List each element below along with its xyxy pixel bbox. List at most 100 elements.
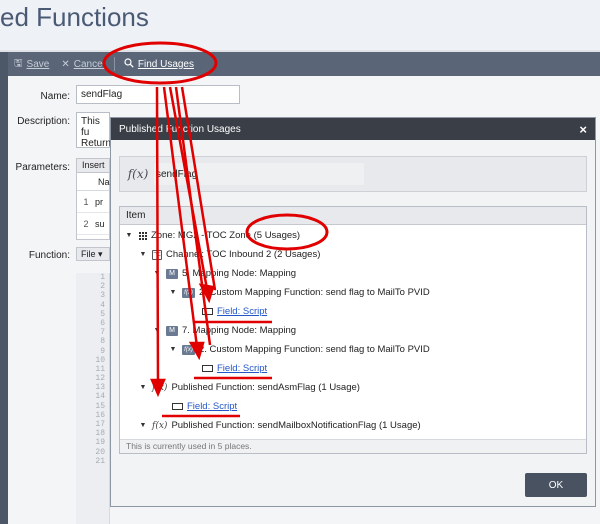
field-icon (202, 365, 213, 372)
field-icon (202, 308, 213, 315)
field-script-link[interactable]: Field: Script (217, 363, 267, 374)
mapping-node-icon: M (166, 325, 178, 336)
fx-icon: f(x) (152, 420, 168, 431)
channel-icon: ⌥ (152, 249, 162, 260)
tree-item-label: 5. Mapping Node: Mapping (182, 268, 297, 279)
line-number: 17 (95, 420, 105, 429)
line-number: 4 (100, 300, 105, 310)
line-number: 18 (95, 429, 105, 439)
expand-triangle-icon[interactable]: ▼ (168, 289, 178, 296)
description-field[interactable]: This fu Return (76, 112, 112, 149)
expand-triangle-icon[interactable]: ▼ (138, 422, 148, 429)
usage-tree: Item ▼ Zone: MG2 - TOC Zone (5 Usages) ▼… (119, 206, 587, 454)
expand-triangle-icon[interactable]: ▼ (138, 384, 148, 391)
line-number: 12 (95, 374, 105, 384)
param-column-header: Na (77, 173, 110, 191)
toolbar-edge (0, 52, 8, 76)
dialog-title: Published Function Usages (119, 123, 241, 135)
custom-function-icon: f(x) (182, 344, 195, 355)
find-usages-button[interactable]: Find Usages (118, 52, 200, 76)
expand-triangle-icon[interactable]: ▼ (124, 232, 134, 239)
expand-triangle-icon[interactable]: ▼ (168, 346, 178, 353)
tree-item-published-function[interactable]: ▼ f(x) Published Function: sendMailboxNo… (138, 416, 421, 435)
expand-triangle-icon[interactable]: ▼ (152, 270, 162, 277)
dialog-titlebar: Published Function Usages × (111, 118, 595, 140)
tree-item-zone[interactable]: ▼ Zone: MG2 - TOC Zone (5 Usages) (124, 226, 301, 245)
tree-column-header: Item (120, 207, 586, 225)
save-icon: 🖫 (14, 57, 23, 69)
tree-item-custom-function[interactable]: ▼ f(x) 2. Custom Mapping Function: send … (168, 283, 430, 302)
field-script-link[interactable]: Field: Script (187, 401, 237, 412)
name-label: Name: (40, 91, 70, 102)
param-name: su (95, 218, 105, 229)
description-line: Return (81, 138, 112, 149)
param-name: pr (95, 196, 104, 207)
tree-item-label: 7. Mapping Node: Mapping (182, 325, 297, 336)
line-number: 1 (100, 273, 105, 282)
tree-item-channel[interactable]: ▼ ⌥ Channel: TOC Inbound 2 (2 Usages) (138, 245, 321, 264)
find-usages-label: Find Usages (137, 58, 194, 70)
function-header: f(x) sendFlag (119, 156, 587, 192)
tree-item-label: 2. Custom Mapping Function: send flag to… (199, 287, 430, 298)
ok-button[interactable]: OK (525, 473, 587, 497)
description-label: Description: (17, 116, 70, 127)
tree-item-label: Published Function: sendMailboxNotificat… (171, 420, 421, 431)
close-icon[interactable]: × (579, 122, 587, 137)
tree-item-label: 2. Custom Mapping Function: send flag to… (199, 344, 430, 355)
tree-item-mapping-node[interactable]: ▼ M 7. Mapping Node: Mapping (152, 321, 297, 340)
toolbar: 🖫 Save ✕ Cancel Find Usages (0, 52, 600, 76)
row-number: 2 (83, 218, 89, 229)
expand-triangle-icon[interactable]: ▼ (152, 327, 162, 334)
usages-dialog: Published Function Usages × f(x) sendFla… (110, 117, 596, 507)
tree-item-label: Zone: MG2 - TOC Zone (5 Usages) (151, 230, 301, 241)
line-number: 6 (100, 318, 105, 328)
cancel-label: Cancel (73, 58, 105, 70)
mapping-node-icon: M (166, 268, 178, 279)
tree-item-mapping-node[interactable]: ▼ M 5. Mapping Node: Mapping (152, 264, 297, 283)
save-label: Save (26, 58, 50, 70)
line-number: 7 (100, 328, 105, 338)
tree-item-field[interactable]: Field: Script (202, 359, 267, 378)
description-line: This fu (81, 116, 100, 138)
tree-item-field[interactable]: Field: Script (172, 397, 237, 416)
line-number: 10 (95, 355, 105, 365)
line-number: 21 (95, 456, 105, 466)
table-row[interactable]: 2 su (77, 213, 109, 235)
table-row[interactable]: 1 pr (77, 191, 109, 213)
tree-item-custom-function[interactable]: ▼ f(x) 2. Custom Mapping Function: send … (168, 340, 430, 359)
toolbar-separator (113, 57, 115, 71)
line-number: 16 (95, 410, 105, 420)
tree-item-label: Channel: TOC Inbound 2 (2 Usages) (166, 249, 321, 260)
tree-item-field[interactable]: Field: Script (202, 302, 267, 321)
close-icon: ✕ (61, 58, 70, 70)
cancel-button[interactable]: ✕ Cancel (55, 52, 111, 76)
search-icon (124, 57, 134, 71)
code-line-gutter: 1 2 3 4 5 6 7 8 9 10 11 12 13 14 15 16 17 18 19 20 21 (76, 273, 110, 524)
zone-grid-icon (138, 231, 147, 240)
form-left-bar (0, 76, 8, 524)
line-number: 13 (95, 383, 105, 393)
line-number: 20 (95, 447, 105, 457)
line-number: 11 (95, 364, 105, 374)
name-field[interactable]: sendFlag (76, 85, 240, 104)
parameters-label: Parameters: (15, 162, 70, 173)
field-icon (172, 403, 183, 410)
tree-item-label: Published Function: sendAsmFlag (1 Usage… (171, 382, 360, 393)
page-title: ed Functions (0, 2, 149, 32)
function-label: Function: (28, 250, 70, 261)
line-number: 14 (95, 392, 105, 402)
line-number: 2 (100, 282, 105, 292)
function-icon: f(x) (127, 167, 149, 181)
line-number: 3 (100, 291, 105, 301)
file-menu-button[interactable]: File ▾ (76, 247, 110, 261)
tree-item-published-function[interactable]: ▼ f(x) Published Function: sendAsmFlag (… (138, 378, 360, 397)
function-name: sendFlag (156, 168, 198, 180)
line-number: 9 (100, 346, 105, 356)
row-number: 1 (83, 196, 89, 207)
expand-triangle-icon[interactable]: ▼ (138, 251, 148, 258)
insert-button[interactable]: Insert (77, 159, 109, 173)
save-button[interactable]: 🖫 Save (8, 52, 55, 76)
field-script-link[interactable]: Field: Script (217, 306, 267, 317)
line-number: 15 (95, 401, 105, 411)
line-number: 8 (100, 337, 105, 347)
